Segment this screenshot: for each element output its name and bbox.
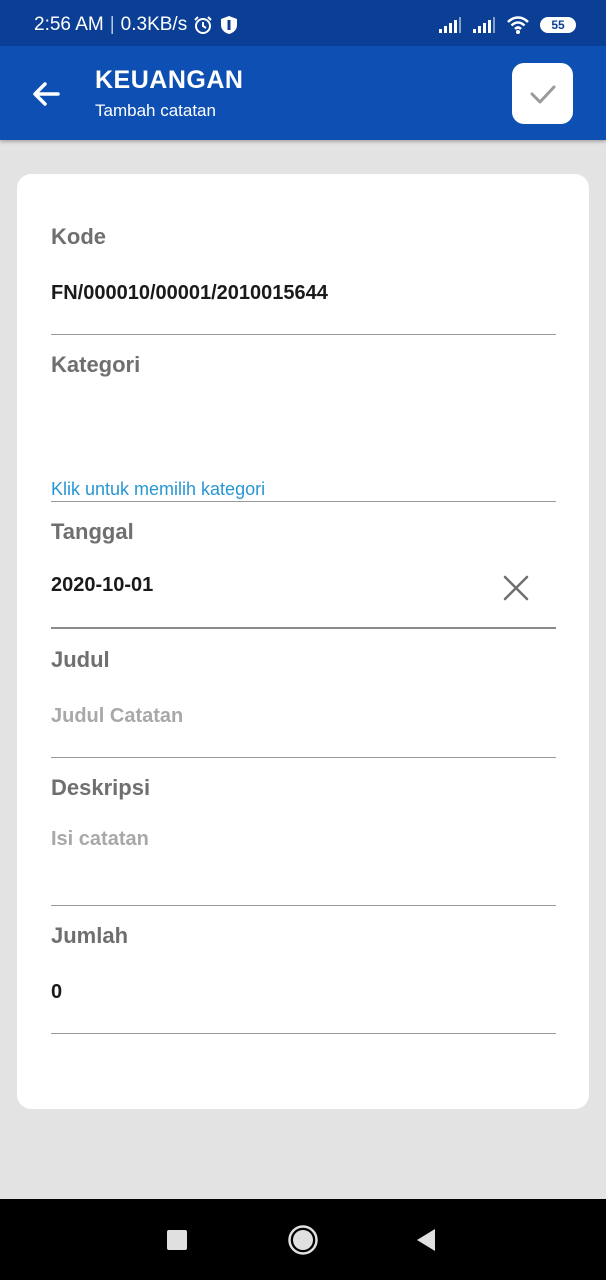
status-time: 2:56 AM bbox=[34, 14, 104, 35]
kode-underline bbox=[51, 334, 556, 335]
judul-label: Judul bbox=[51, 647, 110, 672]
kode-value[interactable]: FN/000010/00001/2010015644 bbox=[51, 282, 328, 305]
save-button[interactable] bbox=[512, 63, 573, 124]
recents-icon[interactable] bbox=[166, 1229, 188, 1251]
signal-icon bbox=[473, 17, 495, 33]
battery-icon: 55 bbox=[540, 17, 576, 33]
status-net-speed: 0.3KB/s bbox=[120, 14, 188, 35]
app-bar: KEUANGAN Tambah catatan bbox=[0, 46, 606, 140]
judul-input[interactable]: Judul Catatan bbox=[51, 705, 183, 728]
judul-field: Judul Judul Catatan bbox=[51, 647, 556, 758]
kategori-label: Kategori bbox=[51, 352, 141, 377]
system-nav-bar bbox=[0, 1199, 606, 1280]
alarm-icon bbox=[194, 16, 212, 34]
page-title: KEUANGAN bbox=[95, 66, 244, 94]
deskripsi-underline bbox=[51, 905, 556, 906]
deskripsi-label: Deskripsi bbox=[51, 775, 151, 800]
judul-underline bbox=[51, 757, 556, 758]
kode-label: Kode bbox=[51, 224, 106, 249]
shield-icon bbox=[221, 16, 238, 34]
tanggal-underline bbox=[51, 627, 556, 629]
back-icon[interactable] bbox=[415, 1228, 437, 1252]
tanggal-field: Tanggal 2020-10-01 bbox=[51, 519, 556, 629]
kategori-select-link[interactable]: Klik untuk memilih kategori bbox=[51, 479, 265, 500]
jumlah-input[interactable]: 0 bbox=[51, 981, 62, 1004]
arrow-left-icon[interactable] bbox=[28, 76, 64, 112]
app-bar-titles: KEUANGAN Tambah catatan bbox=[95, 66, 243, 121]
status-divider: | bbox=[109, 14, 115, 35]
kategori-underline bbox=[51, 501, 556, 502]
status-bar: 2:56 AM | 0.3KB/s 55 bbox=[0, 0, 606, 46]
kode-field: Kode FN/000010/00001/2010015644 bbox=[51, 224, 556, 335]
tanggal-label: Tanggal bbox=[51, 519, 134, 544]
jumlah-field: Jumlah 0 bbox=[51, 923, 556, 1034]
wifi-icon bbox=[507, 16, 529, 34]
deskripsi-field: Deskripsi Isi catatan bbox=[51, 775, 556, 906]
home-icon[interactable] bbox=[287, 1224, 319, 1256]
jumlah-label: Jumlah bbox=[51, 923, 129, 948]
close-icon[interactable] bbox=[502, 574, 530, 602]
form-card: Kode FN/000010/00001/2010015644 Kategori… bbox=[17, 174, 589, 1109]
kategori-field: Kategori Klik untuk memilih kategori bbox=[51, 352, 556, 502]
battery-level: 55 bbox=[551, 18, 565, 32]
jumlah-underline bbox=[51, 1033, 556, 1034]
status-left: 2:56 AM | 0.3KB/s bbox=[34, 14, 239, 36]
signal-icon bbox=[439, 17, 461, 33]
tanggal-value[interactable]: 2020-10-01 bbox=[51, 574, 153, 597]
deskripsi-input[interactable]: Isi catatan bbox=[51, 828, 149, 851]
page-subtitle: Tambah catatan bbox=[95, 101, 216, 120]
check-icon bbox=[530, 85, 555, 103]
status-right: 55 bbox=[438, 15, 576, 35]
